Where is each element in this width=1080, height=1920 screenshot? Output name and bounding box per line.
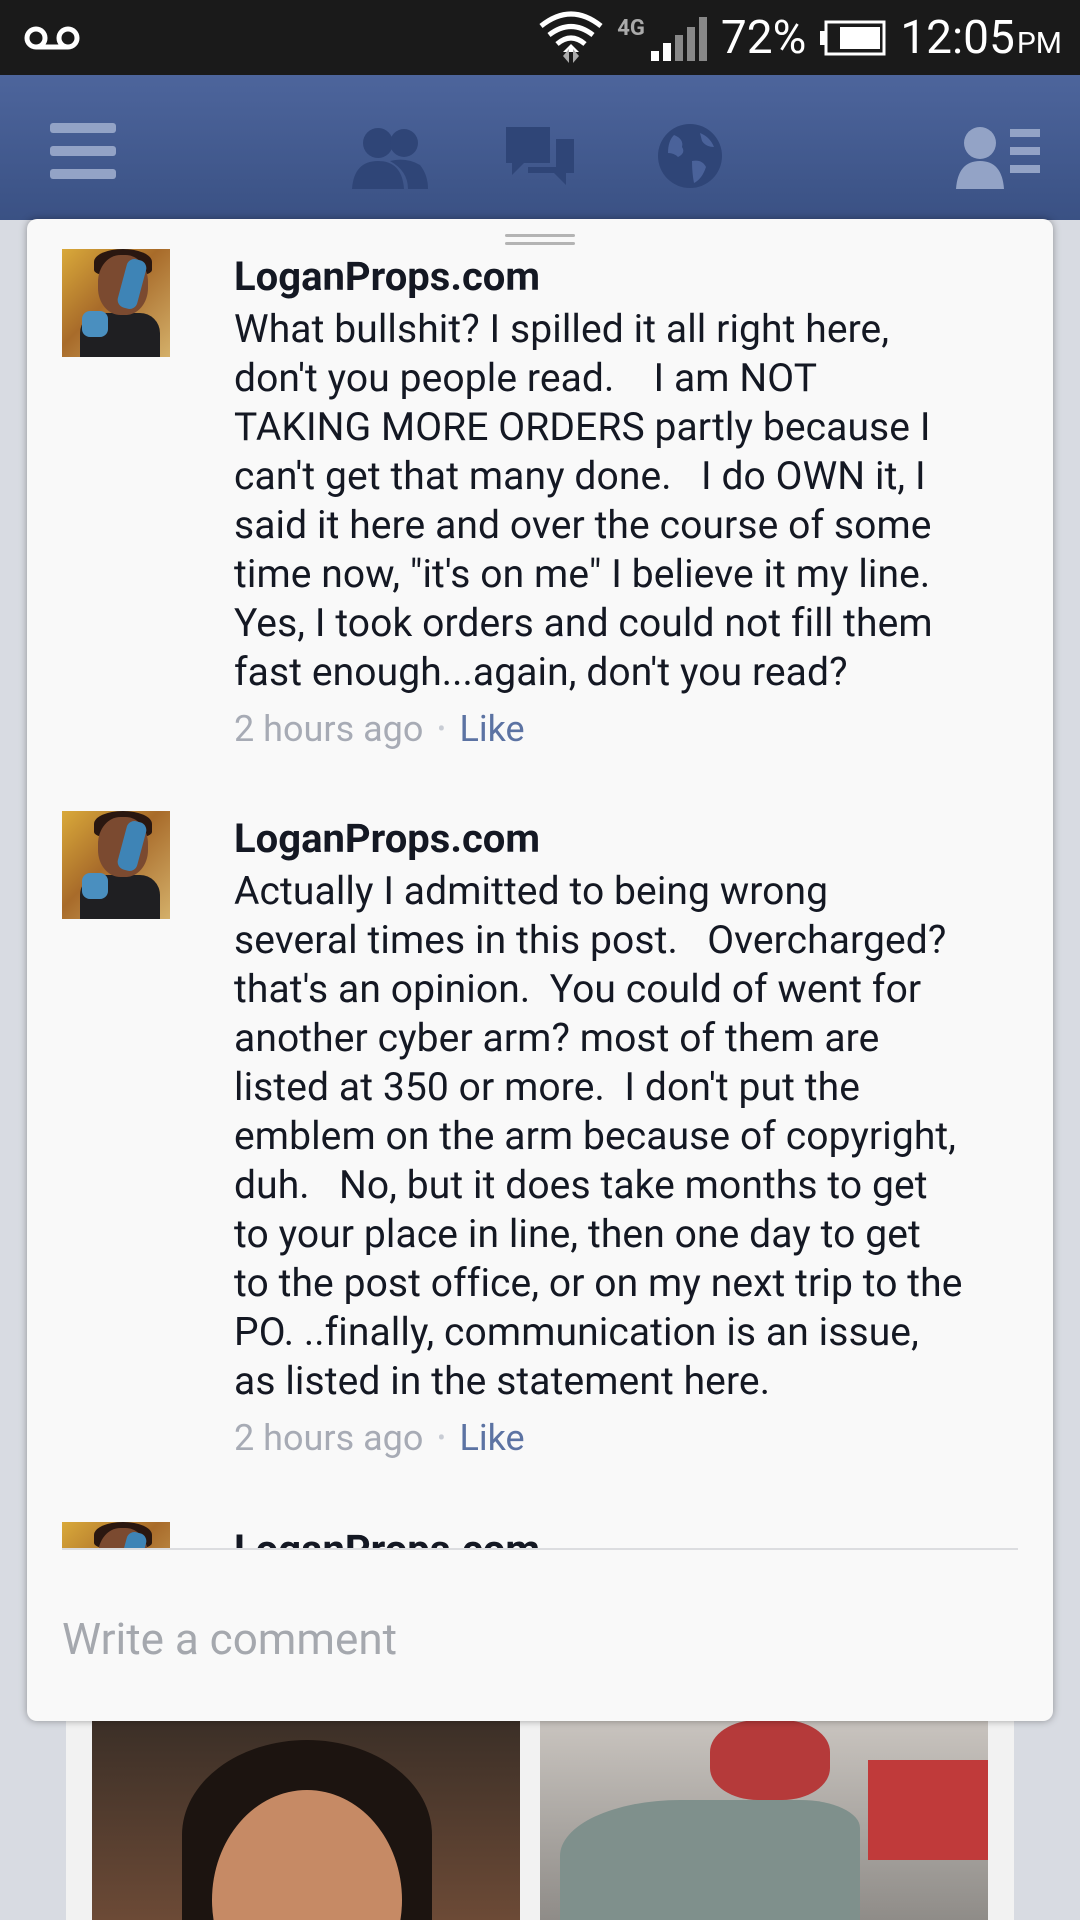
avatar[interactable]: [62, 1522, 170, 1548]
like-link[interactable]: Like: [460, 1416, 525, 1460]
meta-separator: •: [437, 1424, 446, 1452]
voicemail-icon: [24, 26, 80, 50]
meta-separator: •: [437, 715, 446, 743]
comment-timestamp: 2 hours ago: [234, 708, 424, 750]
comment-meta: 2 hours ago • Like: [234, 1416, 1024, 1460]
comment-meta: 2 hours ago • Like: [234, 707, 1024, 751]
wifi-icon: [539, 11, 603, 63]
battery-icon: [820, 20, 886, 55]
feed-photo-armor[interactable]: [540, 1720, 988, 1920]
comment-author[interactable]: LoganProps.com: [234, 253, 1024, 301]
comment-timestamp: 2 hours ago: [234, 1417, 424, 1459]
friends-list-icon[interactable]: [956, 123, 1042, 189]
like-link[interactable]: Like: [460, 707, 525, 751]
comment-input[interactable]: [62, 1589, 1018, 1689]
battery-percent: 72%: [720, 10, 807, 65]
clock-ampm: PM: [1016, 25, 1062, 61]
feed-photo-person[interactable]: [92, 1720, 520, 1920]
clock-time: 12:05: [900, 10, 1015, 65]
comment-composer: [62, 1589, 1018, 1689]
clock: 12:05PM: [900, 11, 1062, 65]
network-type: 4G: [617, 16, 645, 41]
drag-handle[interactable]: [505, 234, 575, 248]
avatar[interactable]: [62, 811, 170, 919]
menu-icon[interactable]: [50, 123, 116, 179]
status-bar: 4G 72% 12:05PM: [0, 0, 1080, 75]
comment-author[interactable]: LoganProps.com: [234, 1526, 540, 1548]
top-nav-bar: [0, 75, 1080, 220]
notifications-globe-icon[interactable]: [656, 123, 724, 189]
friend-requests-icon[interactable]: [350, 123, 430, 189]
comment-text: What bullshit? I spilled it all right he…: [234, 306, 933, 695]
comment-author[interactable]: LoganProps.com: [234, 815, 1024, 863]
comments-popup: LoganProps.com What bullshit? I spilled …: [27, 219, 1053, 1721]
composer-divider: [62, 1548, 1018, 1550]
messages-icon[interactable]: [504, 123, 576, 189]
comment-item-partial: LoganProps.com: [62, 1522, 1022, 1548]
signal-icon: [650, 16, 707, 61]
comment-text: Actually I admitted to being wrong sever…: [234, 868, 963, 1404]
avatar[interactable]: [62, 249, 170, 357]
